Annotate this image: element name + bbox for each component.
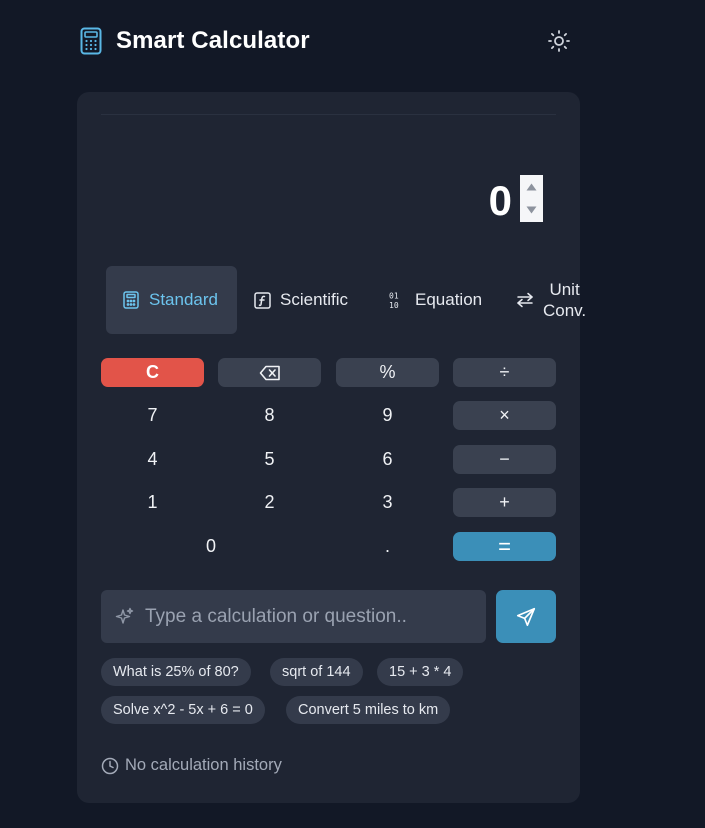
suggestion-chip[interactable]: sqrt of 144: [270, 658, 363, 686]
question-input[interactable]: [145, 605, 475, 628]
tab-label-line2: Conv.: [543, 301, 587, 320]
digit-0-button[interactable]: 0: [101, 532, 321, 561]
app-title: Smart Calculator: [116, 27, 310, 54]
calculation-history: No calculation history: [101, 756, 282, 775]
calculator-display: 0: [101, 114, 556, 254]
question-field: [101, 590, 486, 643]
calculator-icon: [122, 291, 140, 309]
digit-4-button[interactable]: 4: [101, 445, 204, 474]
calculator-card: 0 Standard Scientific 01 10 Equation Uni…: [77, 92, 586, 803]
decimal-button[interactable]: .: [336, 532, 439, 561]
display-spinner[interactable]: [520, 175, 543, 222]
calculator-icon: [78, 26, 104, 56]
suggestion-chip[interactable]: What is 25% of 80?: [101, 658, 251, 686]
tab-standard[interactable]: Standard: [106, 266, 237, 334]
digit-3-button[interactable]: 3: [336, 488, 439, 517]
equals-button[interactable]: =: [453, 532, 556, 561]
spinner-down-icon[interactable]: [520, 199, 543, 223]
tab-label: Unit Conv.: [543, 279, 586, 321]
suggestion-chip[interactable]: Solve x^2 - 5x + 6 = 0: [101, 696, 265, 724]
suggestion-chip[interactable]: Convert 5 miles to km: [286, 696, 451, 724]
digit-7-button[interactable]: 7: [101, 401, 204, 430]
app-header: Smart Calculator: [78, 24, 580, 58]
sparkle-icon: [115, 607, 135, 627]
digit-5-button[interactable]: 5: [218, 445, 321, 474]
tab-label: Equation: [415, 290, 483, 309]
theme-toggle-button[interactable]: [546, 28, 572, 54]
suggestion-chip[interactable]: 15 + 3 * 4: [377, 658, 464, 686]
history-empty-text: No calculation history: [125, 756, 282, 774]
mode-tabs: Standard Scientific 01 10 Equation Unit …: [106, 266, 586, 334]
binary-icon: 01 10: [388, 291, 406, 310]
backspace-icon: [259, 365, 280, 380]
spinner-up-icon[interactable]: [520, 175, 543, 199]
digit-8-button[interactable]: 8: [218, 401, 321, 430]
tab-unit-conversion[interactable]: Unit Conv.: [516, 266, 586, 334]
function-icon: [253, 291, 271, 309]
question-bar: [101, 590, 556, 643]
digit-1-button[interactable]: 1: [101, 488, 204, 517]
divide-button[interactable]: ÷: [453, 358, 556, 387]
percent-button[interactable]: %: [336, 358, 439, 387]
tab-label: Scientific: [280, 290, 349, 309]
clock-icon: [101, 757, 119, 775]
clear-button[interactable]: C: [101, 358, 204, 387]
multiply-button[interactable]: ×: [453, 401, 556, 430]
digit-6-button[interactable]: 6: [336, 445, 439, 474]
tab-label-line1: Unit: [549, 280, 580, 299]
tab-scientific[interactable]: Scientific: [253, 266, 373, 334]
display-value: 0: [488, 177, 512, 224]
tab-equation[interactable]: 01 10 Equation: [388, 266, 506, 334]
tab-label: Standard: [149, 290, 218, 309]
swap-icon: [516, 291, 534, 309]
svg-text:01: 01: [389, 292, 399, 301]
digit-2-button[interactable]: 2: [218, 488, 321, 517]
svg-text:10: 10: [389, 301, 399, 309]
send-button[interactable]: [496, 590, 556, 643]
minus-button[interactable]: −: [453, 445, 556, 474]
plus-button[interactable]: +: [453, 488, 556, 517]
sun-icon: [548, 30, 570, 52]
backspace-button[interactable]: [218, 358, 321, 387]
send-icon: [516, 607, 536, 626]
digit-9-button[interactable]: 9: [336, 401, 439, 430]
